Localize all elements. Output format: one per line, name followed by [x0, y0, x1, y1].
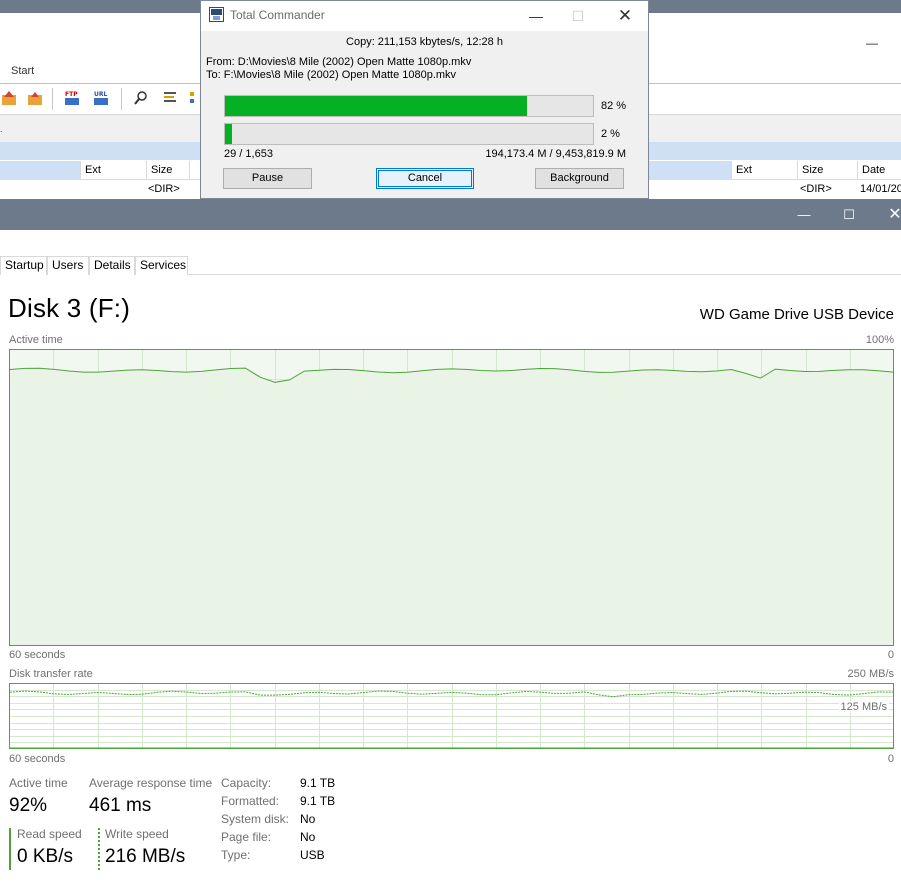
total-progress-bar	[224, 123, 594, 145]
transfer-rate-left-axis: 60 seconds	[9, 753, 66, 765]
total-progress-fill	[225, 124, 233, 144]
tc-right-row-size: <DIR>	[800, 183, 832, 195]
url-icon[interactable]: URL	[92, 89, 110, 107]
capacity-label: Capacity:	[221, 776, 272, 790]
system-disk-value: No	[300, 812, 316, 826]
copy-dialog-title: Total Commander	[230, 8, 325, 22]
tc-left-row-size: <DIR>	[148, 183, 180, 195]
tc-right-row-date: 14/01/20	[860, 183, 901, 195]
type-value: USB	[300, 848, 325, 862]
transfer-rate-mid-label: 125 MB/s	[838, 701, 889, 713]
close-icon[interactable]: ✕	[872, 199, 901, 230]
tab-details[interactable]: Details	[89, 256, 135, 275]
disk-title: Disk 3 (F:)	[8, 293, 131, 323]
page-file-value: No	[300, 830, 316, 844]
write-speed-value: 216 MB/s	[105, 846, 186, 867]
list-icon[interactable]	[161, 89, 179, 107]
copy-destination-path: To: F:\Movies\8 Mile (2002) Open Matte 1…	[206, 69, 457, 81]
system-disk-label: System disk:	[221, 812, 290, 826]
transfer-rate-graph	[9, 683, 894, 749]
transfer-rate-caption: Disk transfer rate	[9, 668, 93, 680]
page-file-label: Page file:	[221, 830, 272, 844]
tab-startup[interactable]: Startup	[0, 256, 47, 275]
tc-left-column-headers: Ext Size	[0, 161, 205, 180]
search-icon[interactable]	[132, 89, 150, 107]
tc-col-name[interactable]	[648, 161, 731, 180]
active-time-stat-label: Active time	[9, 776, 68, 790]
transfer-rate-max-label: 250 MB/s	[847, 668, 894, 680]
active-time-left-axis: 60 seconds	[9, 649, 66, 661]
pause-button[interactable]: Pause	[223, 168, 312, 189]
tc-drive-bar-marker: .	[0, 124, 3, 134]
tc-minimize-icon[interactable]: —	[866, 36, 878, 50]
file-progress-fill	[225, 96, 527, 116]
file-progress-label: 82 %	[601, 100, 627, 112]
active-time-graph	[9, 349, 894, 646]
write-speed-label: Write speed	[105, 827, 169, 841]
tc-menu-start[interactable]: Start	[11, 65, 34, 77]
transfer-rate-right-axis: 0	[887, 753, 894, 765]
avg-response-label: Average response time	[89, 776, 213, 790]
toolbar-separator	[52, 88, 53, 110]
toolbar-separator	[121, 88, 122, 110]
avg-response-value: 461 ms	[89, 795, 152, 816]
read-speed-value: 0 KB/s	[17, 846, 73, 867]
background-button[interactable]: Background	[535, 168, 624, 189]
formatted-label: Formatted:	[221, 794, 280, 808]
tc-col-size[interactable]: Size	[146, 161, 189, 180]
read-speed-indicator	[9, 828, 11, 870]
ftp-icon[interactable]: FTP	[63, 89, 81, 107]
folder-up-icon[interactable]	[0, 89, 18, 107]
active-time-caption: Active time	[9, 334, 63, 346]
close-icon[interactable]: ✕	[610, 4, 640, 28]
tc-col-ext[interactable]: Ext	[731, 161, 797, 180]
read-speed-label: Read speed	[17, 827, 82, 841]
active-time-max-label: 100%	[865, 334, 894, 346]
bytes-copied-count: 194,173.4 M / 9,453,819.9 M	[485, 148, 626, 160]
tc-toolbar: FTP URL	[0, 84, 205, 114]
active-time-area	[10, 368, 893, 645]
total-progress-label: 2 %	[601, 128, 620, 140]
tc-right-path-bar[interactable]	[648, 142, 901, 160]
svg-text:FTP: FTP	[65, 91, 78, 98]
tc-col-date[interactable]: Date	[857, 161, 901, 180]
tc-right-column-headers: Ext Size Date	[648, 161, 901, 180]
formatted-value: 9.1 TB	[300, 794, 336, 808]
files-copied-count: 29 / 1,653	[224, 148, 273, 160]
minimize-icon[interactable]: —	[521, 4, 551, 28]
tab-services[interactable]: Services	[135, 256, 188, 275]
write-speed-indicator	[98, 828, 100, 870]
copy-speed-status: Copy: 211,153 kbytes/s, 12:28 h	[346, 36, 503, 48]
tc-col-ext[interactable]: Ext	[80, 161, 146, 180]
copy-dialog-titlebar[interactable]: Total Commander — ☐ ✕	[201, 1, 648, 31]
copy-dialog: Total Commander — ☐ ✕ Copy: 211,153 kbyt…	[200, 0, 649, 199]
svg-text:URL: URL	[94, 91, 107, 98]
file-progress-bar	[224, 95, 594, 117]
minimize-icon[interactable]: —	[781, 199, 827, 230]
maximize-icon[interactable]: ☐	[826, 199, 872, 230]
folder-icon[interactable]	[26, 89, 44, 107]
tc-col-name[interactable]	[0, 161, 80, 180]
tc-col-size[interactable]: Size	[797, 161, 857, 180]
capacity-value: 9.1 TB	[300, 776, 336, 790]
tc-left-path-bar[interactable]	[0, 142, 205, 160]
task-manager-tabs: Startup Users Details Services	[0, 256, 901, 275]
floppy-disk-icon	[209, 7, 224, 22]
type-label: Type:	[221, 848, 251, 862]
active-time-right-axis: 0	[887, 649, 894, 661]
tab-users[interactable]: Users	[47, 256, 89, 275]
active-time-stat-value: 92%	[9, 795, 48, 816]
task-manager-titlebar[interactable]	[0, 199, 901, 230]
disk-model: WD Game Drive USB Device	[699, 306, 894, 323]
maximize-icon: ☐	[571, 8, 585, 24]
copy-source-path: From: D:\Movies\8 Mile (2002) Open Matte…	[206, 56, 472, 68]
cancel-button[interactable]: Cancel	[376, 168, 474, 189]
